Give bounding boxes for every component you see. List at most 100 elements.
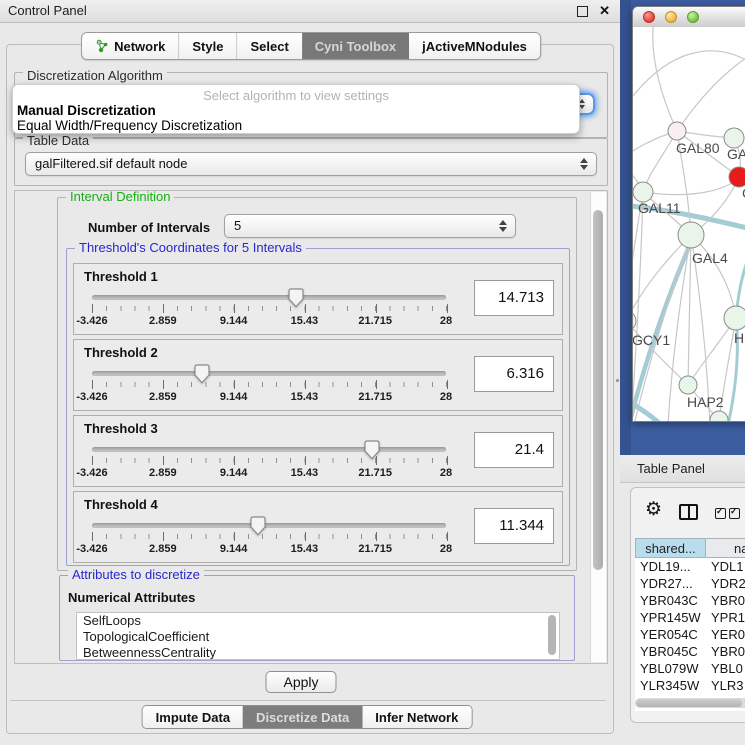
table-row[interactable]: YPR145WYPR1 xyxy=(635,609,745,626)
zoom-light-button[interactable] xyxy=(687,11,699,23)
gear-icon[interactable]: ⚙ xyxy=(645,500,662,520)
network-node-gal80[interactable] xyxy=(668,122,686,140)
tab-impute-data[interactable]: Impute Data xyxy=(143,706,243,728)
control-panel-titlebar: Control Panel ✕ xyxy=(0,0,620,23)
tab-cyni-toolbox[interactable]: Cyni Toolbox xyxy=(302,33,409,59)
slider-thumb[interactable] xyxy=(194,364,210,384)
tab-jactivemnodules[interactable]: jActiveMNodules xyxy=(409,33,540,59)
table-cell: YDR27... xyxy=(635,575,706,592)
split-pane-handle[interactable] xyxy=(616,379,619,382)
tick-label: 28 xyxy=(416,467,476,479)
network-canvas[interactable]: GAL80GACGAL11GAL4GCY1HHAP2 xyxy=(633,27,745,421)
settings-scroll-area: Interval Definition Number of Intervals … xyxy=(14,190,608,664)
table-cell: YBL0 xyxy=(706,660,745,677)
table-row[interactable]: YBR045CYBR0 xyxy=(635,643,745,660)
slider-track[interactable] xyxy=(92,371,446,376)
threshold-slider[interactable]: -3.4262.8599.14415.4321.71528 xyxy=(92,440,446,484)
network-node-h[interactable] xyxy=(724,306,745,330)
threshold-slider[interactable]: -3.4262.8599.14415.4321.71528 xyxy=(92,288,446,332)
network-nodes[interactable] xyxy=(633,122,745,421)
slider-thumb[interactable] xyxy=(288,288,304,308)
table-data-combo-value: galFiltered.sif default node xyxy=(35,156,187,171)
slider-track[interactable] xyxy=(92,447,446,452)
table-horizontal-scrollbar-thumb[interactable] xyxy=(636,699,742,707)
apply-button[interactable]: Apply xyxy=(265,671,336,693)
vertical-scrollbar-thumb[interactable] xyxy=(593,210,603,570)
tick-label: 21.715 xyxy=(345,391,405,403)
tick-label: 9.144 xyxy=(204,467,264,479)
table-row[interactable]: YBR043CYBR0 xyxy=(635,592,745,609)
tick-labels: -3.4262.8599.14415.4321.71528 xyxy=(92,315,446,329)
threshold-panel-3: Threshold 3-3.4262.8599.14415.4321.71528… xyxy=(73,415,563,487)
number-of-intervals-combo[interactable]: 5 xyxy=(224,214,516,238)
split-column-icon[interactable] xyxy=(679,504,698,520)
table-row[interactable]: YBL079WYBL0 xyxy=(635,660,745,677)
network-node-gal11[interactable] xyxy=(633,182,653,202)
table-horizontal-scrollbar[interactable] xyxy=(635,698,745,708)
table-cell: YBR0 xyxy=(706,643,745,660)
tab-infer-network[interactable]: Infer Network xyxy=(362,706,471,728)
numerical-attributes-list: SelfLoopsTopologicalCoefficientBetweenne… xyxy=(76,612,560,660)
table-cell: YPR145W xyxy=(635,609,706,626)
attribute-item-betweennesscentrality[interactable]: BetweennessCentrality xyxy=(77,645,559,660)
tab-style[interactable]: Style xyxy=(178,33,236,59)
close-light-button[interactable] xyxy=(643,11,655,23)
list-scrollbar[interactable] xyxy=(548,615,556,655)
tick-label: 2.859 xyxy=(133,467,193,479)
network-window-titlebar[interactable] xyxy=(633,7,745,28)
attributes-group: Attributes to discretize Numerical Attri… xyxy=(59,575,575,661)
threshold-value-field[interactable]: 6.316 xyxy=(474,356,554,392)
network-node-ga[interactable] xyxy=(724,128,744,148)
tick-label: 2.859 xyxy=(133,391,193,403)
table-row[interactable]: YDR27...YDR2 xyxy=(635,575,745,592)
tick-label: 9.144 xyxy=(204,543,264,555)
major-tick xyxy=(376,380,377,389)
network-node-hap2[interactable] xyxy=(679,376,697,394)
close-icon[interactable]: ✕ xyxy=(599,2,610,20)
popup-item-manual-discretization[interactable]: Manual Discretization xyxy=(17,103,575,118)
threshold-slider[interactable]: -3.4262.8599.14415.4321.71528 xyxy=(92,364,446,408)
checkbox-icon[interactable] xyxy=(715,508,726,519)
network-node-gal4[interactable] xyxy=(678,222,704,248)
popup-item-equal-width-frequency-discretization[interactable]: Equal Width/Frequency Discretization xyxy=(17,118,575,133)
network-view-window[interactable]: GAL80GACGAL11GAL4GCY1HHAP2 xyxy=(632,6,745,422)
float-icon[interactable] xyxy=(577,6,588,17)
threshold-value-field[interactable]: 14.713 xyxy=(474,280,554,316)
network-node-gcy1[interactable] xyxy=(633,311,636,331)
node-label: GAL11 xyxy=(638,200,681,216)
tab-select[interactable]: Select xyxy=(236,33,301,59)
attribute-item-topologicalcoefficient[interactable]: TopologicalCoefficient xyxy=(77,629,559,645)
slider-track[interactable] xyxy=(92,523,446,528)
major-tick xyxy=(234,532,235,541)
node-label: GCY1 xyxy=(633,332,670,348)
slider-thumb[interactable] xyxy=(364,440,380,460)
tab-discretize-data[interactable]: Discretize Data xyxy=(243,706,362,728)
slider-track[interactable] xyxy=(92,295,446,300)
tick-label: 15.43 xyxy=(274,391,334,403)
table-panel-titlebar: Table Panel xyxy=(620,455,745,483)
tick-labels: -3.4262.8599.14415.4321.71528 xyxy=(92,391,446,405)
threshold-panel-2: Threshold 2-3.4262.8599.14415.4321.71528… xyxy=(73,339,563,411)
threshold-value-field[interactable]: 11.344 xyxy=(474,508,554,544)
major-tick xyxy=(163,456,164,465)
table-row[interactable]: YLR345WYLR3 xyxy=(635,677,745,694)
threshold-value-field[interactable]: 21.4 xyxy=(474,432,554,468)
combo-arrows-icon xyxy=(580,158,588,170)
column-header-1[interactable]: shared... xyxy=(635,538,706,558)
table-cell: YDL19... xyxy=(635,558,706,575)
major-tick xyxy=(305,304,306,313)
threshold-slider[interactable]: -3.4262.8599.14415.4321.71528 xyxy=(92,516,446,560)
checkbox-icon[interactable] xyxy=(729,508,740,519)
table-cell: YLR345W xyxy=(635,677,706,694)
minimize-light-button[interactable] xyxy=(665,11,677,23)
vertical-scrollbar[interactable] xyxy=(590,192,606,662)
table-row[interactable]: YDL19...YDL1 xyxy=(635,558,745,575)
attribute-item-selfloops[interactable]: SelfLoops xyxy=(77,613,559,629)
major-tick xyxy=(376,532,377,541)
tab-network[interactable]: Network xyxy=(82,33,178,59)
table-data-combo[interactable]: galFiltered.sif default node xyxy=(25,152,597,176)
slider-thumb[interactable] xyxy=(250,516,266,536)
column-header-2[interactable]: na xyxy=(706,538,745,558)
table-row[interactable]: YER054CYER0 xyxy=(635,626,745,643)
network-node-c[interactable] xyxy=(729,167,745,187)
